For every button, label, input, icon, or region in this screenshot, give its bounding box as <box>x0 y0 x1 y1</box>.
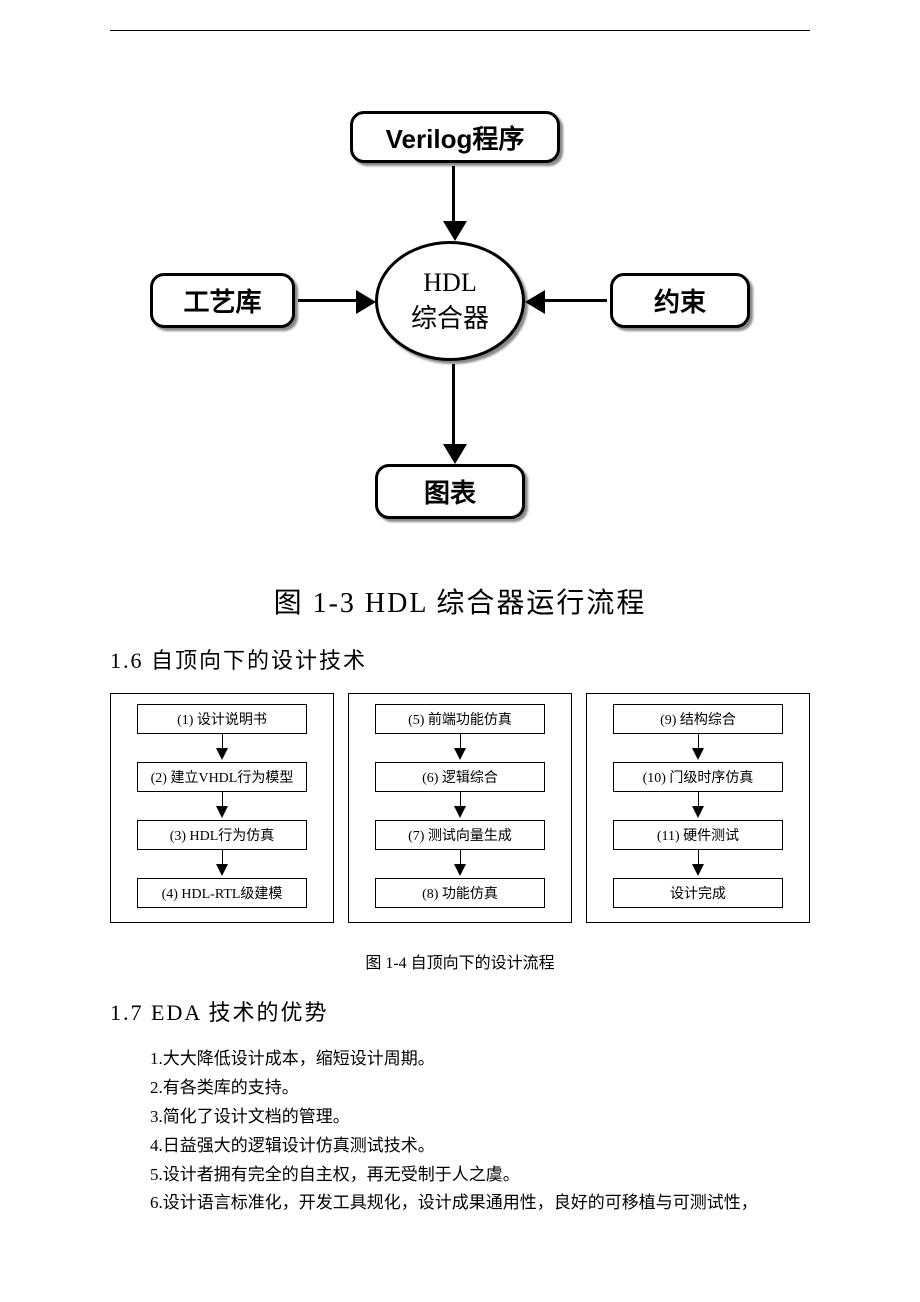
flow-step: (9) 结构综合 <box>613 704 783 734</box>
flow-step: (10) 门级时序仿真 <box>613 762 783 792</box>
arrow-down-icon <box>692 734 704 762</box>
figure-1-3-diagram: Verilog程序 工艺库 约束 HDL 综合器 图表 <box>150 111 770 551</box>
flow-column-2: (5) 前端功能仿真 (6) 逻辑综合 (7) 测试向量生成 (8) 功能仿真 <box>348 693 572 923</box>
page-header-rule <box>110 30 810 31</box>
arrow-right-icon <box>298 299 356 302</box>
list-item: 4.日益强大的逻辑设计仿真测试技术。 <box>150 1132 810 1161</box>
node-process-library: 工艺库 <box>150 273 295 328</box>
flow-step: (2) 建立VHDL行为模型 <box>137 762 307 792</box>
node-center-line2: 综合器 <box>411 298 489 335</box>
list-item: 1.大大降低设计成本，缩短设计周期。 <box>150 1045 810 1074</box>
flow-column-1: (1) 设计说明书 (2) 建立VHDL行为模型 (3) HDL行为仿真 (4)… <box>110 693 334 923</box>
flow-step: (3) HDL行为仿真 <box>137 820 307 850</box>
flow-step: (7) 测试向量生成 <box>375 820 545 850</box>
flow-step: 设计完成 <box>613 878 783 908</box>
arrow-down-icon <box>452 364 455 444</box>
node-center-line1: HDL <box>423 268 476 298</box>
arrow-left-icon <box>545 299 607 302</box>
arrow-down-icon <box>692 792 704 820</box>
arrow-down-icon <box>216 792 228 820</box>
arrowhead-icon <box>443 221 467 241</box>
figure-1-4-flowchart: (1) 设计说明书 (2) 建立VHDL行为模型 (3) HDL行为仿真 (4)… <box>110 693 810 923</box>
flow-step: (8) 功能仿真 <box>375 878 545 908</box>
flow-step: (1) 设计说明书 <box>137 704 307 734</box>
advantages-list: 1.大大降低设计成本，缩短设计周期。 2.有各类库的支持。 3.简化了设计文档的… <box>110 1045 810 1218</box>
list-item: 6.设计语言标准化，开发工具规化，设计成果通用性，良好的可移植与可测试性， <box>150 1189 810 1218</box>
arrow-down-icon <box>454 792 466 820</box>
arrow-down-icon <box>692 850 704 878</box>
list-item: 5.设计者拥有完全的自主权，再无受制于人之虞。 <box>150 1161 810 1190</box>
node-hdl-synthesizer: HDL 综合器 <box>375 241 525 361</box>
arrow-down-icon <box>454 850 466 878</box>
node-constraints: 约束 <box>610 273 750 328</box>
arrowhead-icon <box>356 290 376 314</box>
arrowhead-icon <box>525 290 545 314</box>
arrowhead-icon <box>443 444 467 464</box>
flow-column-3: (9) 结构综合 (10) 门级时序仿真 (11) 硬件测试 设计完成 <box>586 693 810 923</box>
flow-step: (4) HDL-RTL级建模 <box>137 878 307 908</box>
arrow-down-icon <box>216 734 228 762</box>
arrow-down-icon <box>216 850 228 878</box>
flow-step: (6) 逻辑综合 <box>375 762 545 792</box>
node-chart: 图表 <box>375 464 525 519</box>
figure-1-3-caption: 图 1-3 HDL 综合器运行流程 <box>110 581 810 621</box>
section-1-7-heading: 1.7 EDA 技术的优势 <box>110 995 810 1027</box>
list-item: 2.有各类库的支持。 <box>150 1074 810 1103</box>
arrow-down-icon <box>452 166 455 221</box>
flow-step: (5) 前端功能仿真 <box>375 704 545 734</box>
node-verilog-program: Verilog程序 <box>350 111 560 163</box>
section-1-6-heading: 1.6 自顶向下的设计技术 <box>110 643 810 675</box>
arrow-down-icon <box>454 734 466 762</box>
flow-step: (11) 硬件测试 <box>613 820 783 850</box>
figure-1-4-caption: 图 1-4 自顶向下的设计流程 <box>110 949 810 973</box>
list-item: 3.简化了设计文档的管理。 <box>150 1103 810 1132</box>
